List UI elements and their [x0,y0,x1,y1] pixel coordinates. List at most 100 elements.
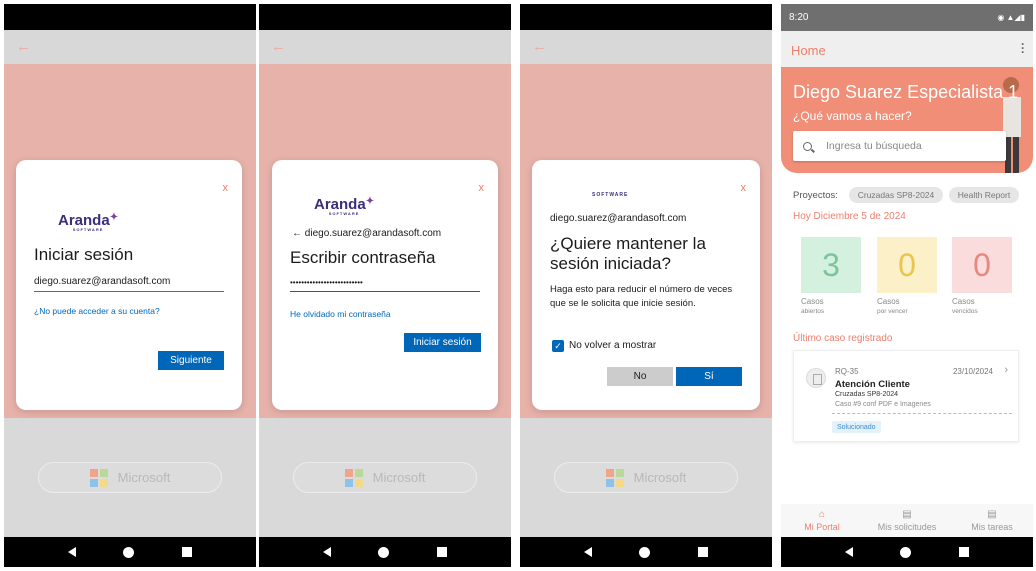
stat-label-due-soon: Casos por vencer [877,297,908,317]
status-badge: Solucionado [832,421,881,433]
logo-dots-icon: ✦ [365,196,375,207]
project-chip[interactable]: Health Report [949,187,1019,203]
logo-subtitle: SOFTWARE [592,192,629,198]
microsoft-button[interactable]: Microsoft [293,462,477,493]
android-nav-bar [520,537,772,567]
top-bar: ← [259,30,511,64]
nav-recent-icon[interactable] [698,547,709,557]
password-field[interactable]: •••••••••••••••••••••••••• [290,278,480,292]
back-arrow-icon[interactable]: ← [271,38,286,55]
case-project: Cruzadas SP8-2024 [835,391,899,398]
page-title: Home [791,43,826,58]
stay-signed-in-dialog: x SOFTWARE diego.suarez@arandasoft.com ¿… [532,160,760,410]
signin-button[interactable]: Iniciar sesión [404,333,481,352]
stat-tile-overdue[interactable]: 0 [952,237,1012,293]
status-time: 8:20 [789,12,809,23]
microsoft-button-label: Microsoft [372,470,426,485]
microsoft-logo-icon [605,468,624,487]
stat-tile-open[interactable]: 3 [801,237,861,293]
email-field[interactable]: diego.suarez@arandasoft.com [34,276,224,292]
nav-back-icon[interactable] [67,547,76,557]
back-arrow-icon[interactable]: ← [292,228,302,239]
dont-show-again-checkbox[interactable]: ✓ [552,340,564,352]
nav-recent-icon[interactable] [182,547,193,557]
greeting-banner: Diego Suarez Especialista 1 ¿Qué vamos a… [781,67,1033,173]
back-arrow-icon[interactable]: ← [532,38,547,55]
aranda-logo: Aranda✦ SOFTWARE [314,196,374,216]
nav-recent-icon[interactable] [437,547,448,557]
tab-mi-portal[interactable]: ⌂ Mi Portal [787,504,857,537]
dialog-title: Escribir contraseña [290,248,436,267]
tab-label: Mis solicitudes [877,522,937,532]
identity-row: ← diego.suarez@arandasoft.com [292,227,441,241]
stat-value: 3 [822,246,840,283]
next-button[interactable]: Siguiente [158,351,224,370]
identity-email: diego.suarez@arandasoft.com [304,228,442,239]
chevron-right-icon[interactable]: › [1004,364,1008,376]
no-button[interactable]: No [607,367,673,386]
forgot-password-link[interactable]: He olvidado mi contraseña [290,309,391,319]
nav-home-icon[interactable] [900,546,912,558]
project-chip[interactable]: Cruzadas SP8-2024 [849,187,943,203]
close-icon[interactable]: x [223,182,229,194]
divider [832,413,1012,414]
stat-tile-due-soon[interactable]: 0 [877,237,937,293]
phone-home-screen: 8:20 ◉ ▲◢▮ Home · · · Diego Suarez Especia… [781,4,1033,567]
nav-home-icon[interactable] [378,546,390,558]
status-bar [520,4,772,30]
dialog-title: ¿Quiere mantener la sesión iniciada? [550,234,706,273]
stat-sublabel: por vencer [877,308,908,315]
last-case-card[interactable]: RQ-35 23/10/2024 › Atención Cliente Cruz… [793,350,1019,442]
search-icon [803,141,812,151]
identity-email: diego.suarez@arandasoft.com [550,213,687,224]
greeting-name: Diego Suarez Especialista 1 [793,82,1019,102]
microsoft-button[interactable]: Microsoft [554,462,738,493]
nav-back-icon[interactable] [322,547,331,557]
dialog-body: Haga esto para reducir el número de vece… [550,284,733,309]
microsoft-logo-icon [89,468,108,487]
phone-login-screen: ← Microsoft x Aranda✦ SOFTWARE Iniciar s… [4,4,256,567]
top-bar: Home · · · [781,31,1033,67]
checkbox-label: No volver a mostrar [569,340,657,351]
yes-button[interactable]: Sí [676,367,742,386]
cant-access-link[interactable]: ¿No puede acceder a su cuenta? [34,306,160,316]
phone-password-screen: ← Microsoft x Aranda✦ SOFTWARE ← diego.s… [259,4,511,567]
logo-dots-icon: ✦ [109,212,119,223]
stat-label: Casos [952,297,975,306]
nav-back-icon[interactable] [844,547,853,557]
microsoft-button-label: Microsoft [633,470,687,485]
document-icon: ▤ [987,509,997,520]
tab-mis-tareas[interactable]: ▤ Mis tareas [957,504,1027,537]
stat-label-open: Casos abiertos [801,297,824,317]
greeting-question: ¿Qué vamos a hacer? [793,109,912,123]
microsoft-button-label: Microsoft [117,470,171,485]
case-description: Caso #9 conf PDF e Imagenes [835,401,931,408]
close-icon[interactable]: x [479,182,485,194]
top-bar: ← [520,30,772,64]
bottom-tab-bar: ⌂ Mi Portal ▤ Mis solicitudes ▤ Mis tareas [781,504,1033,537]
stat-sublabel: vencidos [952,308,978,315]
home-content: Proyectos: Cruzadas SP8-2024 Health Repo… [781,173,1033,537]
more-menu-icon[interactable]: · · · [1021,38,1025,58]
search-placeholder: Ingresa tu búsqueda [826,140,922,152]
tab-label: Mis tareas [971,522,1013,532]
nav-recent-icon[interactable] [959,547,970,557]
stat-label-overdue: Casos vencidos [952,297,978,317]
stat-label: Casos [801,297,824,306]
nav-back-icon[interactable] [583,547,592,557]
microsoft-logo-icon [344,468,363,487]
document-icon: ▤ [902,509,912,520]
close-icon[interactable]: x [741,182,747,194]
nav-home-icon[interactable] [123,546,135,558]
back-arrow-icon[interactable]: ← [16,38,31,55]
top-bar: ← [4,30,256,64]
stat-label: Casos [877,297,900,306]
search-input[interactable]: Ingresa tu búsqueda [793,131,1006,161]
home-icon: ⌂ [818,509,826,520]
today-date: Hoy Diciembre 5 de 2024 [793,211,906,222]
case-code: RQ-35 [835,367,859,376]
status-icons: ◉ ▲◢▮ [997,13,1025,22]
tab-mis-solicitudes[interactable]: ▤ Mis solicitudes [872,504,942,537]
microsoft-button[interactable]: Microsoft [38,462,222,493]
nav-home-icon[interactable] [639,546,651,558]
